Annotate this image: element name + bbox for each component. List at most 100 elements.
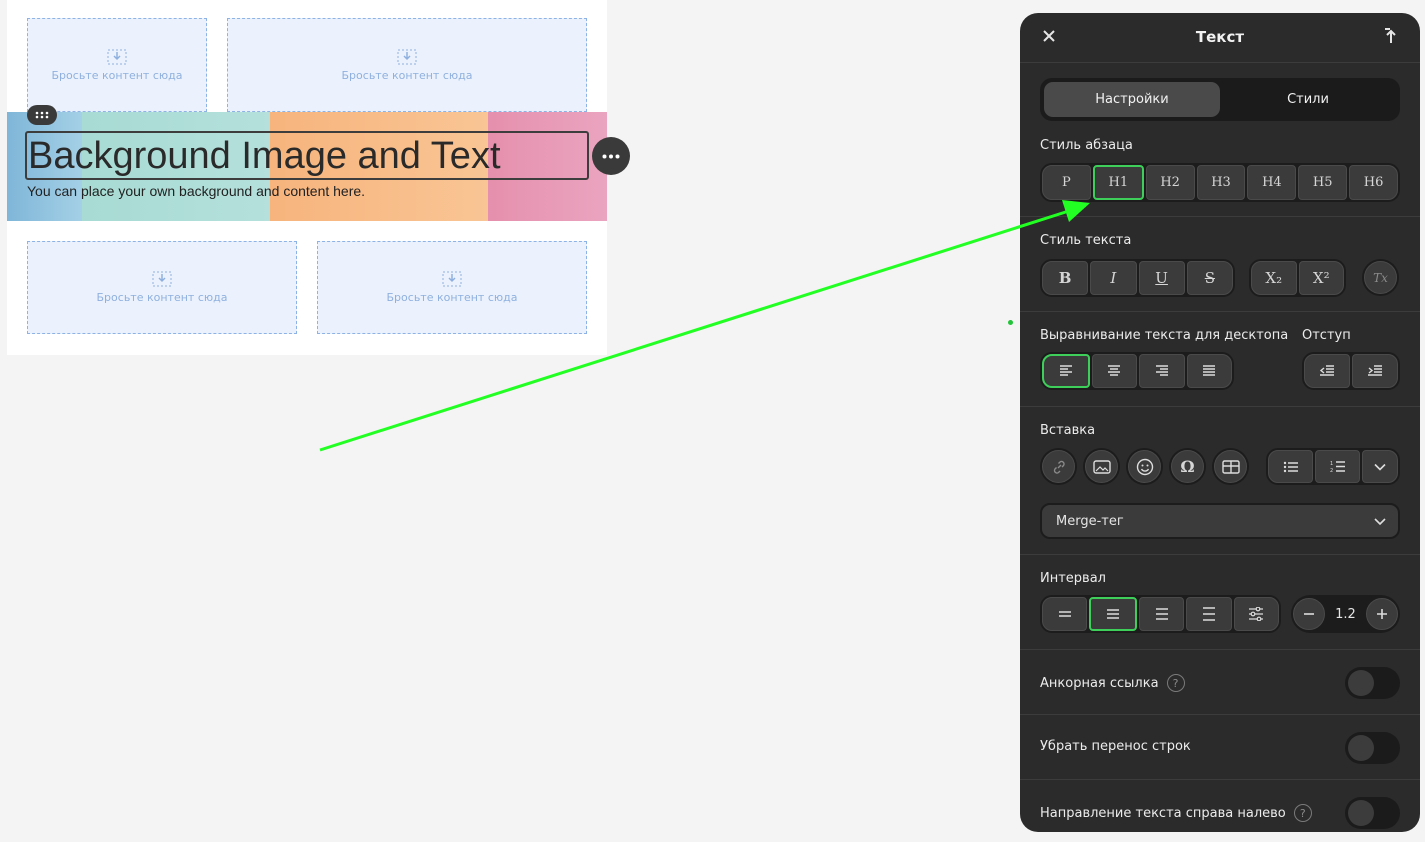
increase-button[interactable] [1366,598,1398,630]
numbered-list-button[interactable]: 12 [1315,450,1360,483]
drop-icon [152,271,172,287]
spacing-tight-button[interactable] [1042,597,1088,631]
spacing-custom-button[interactable] [1233,597,1280,631]
style-h4-button[interactable]: H4 [1247,165,1297,200]
spacing-relaxed-icon [1155,608,1168,620]
align-center-button[interactable] [1091,354,1137,388]
spacing-loose-button[interactable] [1186,597,1232,631]
spacing-relaxed-button[interactable] [1138,597,1185,631]
tab-styles[interactable]: Стили [1220,82,1396,117]
italic-button[interactable]: I [1090,261,1137,295]
drop-zone-top-right[interactable]: Бросьте контент сюда [227,18,587,112]
panel-header: Текст [1020,13,1420,63]
align-right-icon [1155,365,1168,376]
strikethrough-button[interactable]: S [1186,261,1233,295]
script-group: X₂ X² [1249,259,1346,297]
more-insert-button[interactable] [1362,450,1398,483]
align-left-button[interactable] [1042,354,1090,388]
emoji-button[interactable] [1128,450,1161,483]
merge-tag-value: Merge-тег [1056,513,1124,529]
ellipsis-icon [602,154,620,158]
help-icon[interactable]: ? [1293,804,1312,822]
indent-icon [1368,365,1382,376]
toggle-knob [1348,735,1374,761]
image-wrap [1083,448,1120,485]
text-style-section: Стиль текста B I U S X₂ X² Tx [1020,217,1420,312]
decrease-button[interactable] [1293,598,1325,630]
rtl-label: Направление текста справа налево [1040,805,1286,821]
line-height-value[interactable]: 1.2 [1335,607,1356,622]
style-h1-button[interactable]: H1 [1092,165,1144,200]
style-h3-button[interactable]: H3 [1196,165,1246,200]
indent-group [1302,352,1400,390]
style-h5-button[interactable]: H5 [1298,165,1348,200]
outdent-button[interactable] [1304,354,1350,388]
spacing-normal-button[interactable] [1089,597,1137,631]
anchor-link-toggle[interactable] [1345,667,1400,699]
drop-icon [107,49,127,64]
special-char-wrap: Ω [1169,448,1206,485]
grip-icon [35,111,49,119]
rtl-toggle[interactable] [1345,797,1400,829]
style-h6-button[interactable]: H6 [1349,165,1399,200]
spacing-normal-icon [1107,609,1120,619]
style-h2-button[interactable]: H2 [1145,165,1195,200]
align-left-icon [1059,365,1072,376]
underline-button[interactable]: U [1138,261,1185,295]
anchor-link-label: Анкорная ссылка [1040,675,1159,691]
table-wrap [1212,448,1249,485]
bold-button[interactable]: B [1042,261,1089,295]
style-p-button[interactable]: P [1042,165,1091,200]
link-button[interactable] [1042,450,1075,483]
line-spacing-group [1040,595,1281,633]
emoji-wrap [1126,448,1163,485]
align-right-button[interactable] [1139,354,1185,388]
align-justify-icon [1203,365,1216,376]
tab-settings[interactable]: Настройки [1044,82,1220,117]
table-button[interactable] [1214,450,1247,483]
subscript-button[interactable]: X₂ [1251,261,1297,295]
special-char-button[interactable]: Ω [1171,450,1204,483]
bulleted-list-button[interactable] [1268,450,1313,483]
drag-handle[interactable] [27,105,57,125]
chevron-down-icon [1374,518,1386,526]
drop-icon [397,49,417,64]
remove-wrap-toggle[interactable] [1345,732,1400,764]
bulleted-list-icon [1283,461,1298,472]
paragraph-style-group: P H1 H2 H3 H4 H5 H6 [1040,163,1400,202]
remove-wrap-label: Убрать перенос строк [1040,739,1191,754]
plus-icon [1377,609,1387,619]
rtl-row: Направление текста справа налево ? [1020,780,1420,832]
indent-label: Отступ [1302,328,1351,343]
indent-button[interactable] [1352,354,1398,388]
help-icon[interactable]: ? [1166,674,1185,692]
clear-format-button[interactable]: Tx [1364,261,1397,294]
paragraph-style-section: Стиль абзаца P H1 H2 H3 H4 H5 H6 [1020,133,1420,217]
insert-label: Вставка [1040,423,1096,438]
heading-text[interactable]: Background Image and Text [28,133,501,179]
chevron-down-icon [1374,463,1386,471]
more-options-button[interactable] [592,137,630,175]
superscript-button[interactable]: X² [1298,261,1344,295]
spacing-label: Интервал [1040,571,1106,586]
align-justify-button[interactable] [1186,354,1232,388]
align-center-icon [1108,365,1121,376]
anchor-link-row: Анкорная ссылка ? [1020,650,1420,715]
toggle-knob [1348,800,1374,826]
drop-icon [442,271,462,287]
link-wrap [1040,448,1077,485]
special-char-icon: Ω [1180,457,1195,476]
text-format-group: B I U S [1040,259,1235,297]
drop-zone-top-left[interactable]: Бросьте контент сюда [27,18,207,112]
drop-zone-bottom-right[interactable]: Бросьте контент сюда [317,241,587,334]
pin-icon[interactable] [1382,27,1400,45]
merge-tag-select[interactable]: Merge-тег [1040,503,1400,539]
alignment-section: Выравнивание текста для десктопа Отступ [1020,312,1420,407]
text-style-label: Стиль текста [1040,233,1132,248]
panel-tabs: Настройки Стили [1040,78,1400,121]
toggle-knob [1348,670,1374,696]
text-settings-panel: Текст Настройки Стили Стиль абзаца P H1 … [1020,13,1420,832]
image-button[interactable] [1085,450,1118,483]
body-text[interactable]: You can place your own background and co… [27,183,365,199]
drop-zone-bottom-left[interactable]: Бросьте контент сюда [27,241,297,334]
